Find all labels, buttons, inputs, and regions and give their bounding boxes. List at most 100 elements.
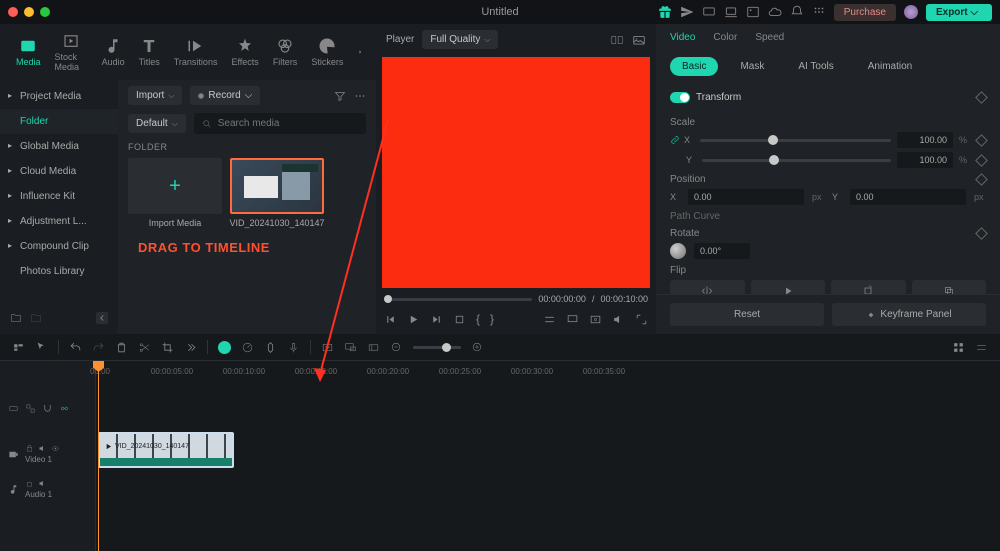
nav-effects[interactable]: Effects xyxy=(227,35,262,69)
nav-more-icon[interactable] xyxy=(357,47,364,57)
screen-rec-icon[interactable] xyxy=(344,341,357,354)
zoom-out-icon[interactable] xyxy=(390,341,403,354)
display-icon[interactable] xyxy=(566,313,579,326)
voiceover-icon[interactable] xyxy=(287,341,300,354)
tab-speed[interactable]: Speed xyxy=(755,32,784,49)
quality-dropdown[interactable]: Full Quality xyxy=(422,30,498,49)
volume-icon[interactable] xyxy=(612,313,625,326)
sidebar-item-cloud-media[interactable]: Cloud Media xyxy=(0,159,118,184)
subtab-animation[interactable]: Animation xyxy=(856,57,924,76)
new-folder-icon[interactable] xyxy=(10,312,22,324)
zoom-slider[interactable] xyxy=(413,346,461,349)
import-dropdown[interactable]: Import xyxy=(128,86,182,105)
gift-icon[interactable] xyxy=(658,5,672,19)
link-track-icon[interactable] xyxy=(25,403,36,414)
toggle-track-icon[interactable] xyxy=(8,403,19,414)
window-controls[interactable] xyxy=(8,7,50,17)
sidebar-item-project-media[interactable]: Project Media xyxy=(0,84,118,109)
aspect-icon[interactable] xyxy=(367,341,380,354)
link-icon[interactable] xyxy=(670,133,680,147)
settings-icon[interactable] xyxy=(543,313,556,326)
pos-x-value[interactable]: 0.00 xyxy=(688,189,804,205)
select-tool-icon[interactable] xyxy=(35,341,48,354)
import-media-tile[interactable]: + Import Media xyxy=(128,158,222,228)
subtab-basic[interactable]: Basic xyxy=(670,57,718,76)
more-tools-icon[interactable] xyxy=(184,341,197,354)
mark-in-icon[interactable]: { xyxy=(476,312,480,326)
sidebar-item-compound-clip[interactable]: Compound Clip xyxy=(0,234,118,259)
search-input[interactable] xyxy=(194,113,366,134)
crop-icon[interactable] xyxy=(589,313,602,326)
audio-track[interactable] xyxy=(96,471,1000,499)
snapshot-icon[interactable] xyxy=(632,33,646,47)
pointer-tool-icon[interactable] xyxy=(12,341,25,354)
send-icon[interactable] xyxy=(680,5,694,19)
mute-icon[interactable] xyxy=(38,444,47,453)
nav-stock-media[interactable]: Stock Media xyxy=(51,30,92,74)
nav-stickers[interactable]: Stickers xyxy=(307,35,347,69)
flip-horizontal-button[interactable] xyxy=(670,280,745,294)
tab-color[interactable]: Color xyxy=(713,32,737,49)
filter-icon[interactable] xyxy=(334,90,346,102)
keyframe-icon[interactable] xyxy=(975,134,988,147)
nav-media[interactable]: Media xyxy=(12,35,45,69)
sidebar-item-folder[interactable]: Folder xyxy=(0,109,118,134)
compare-icon[interactable] xyxy=(610,33,624,47)
avatar[interactable] xyxy=(904,5,918,19)
nav-transitions[interactable]: Transitions xyxy=(170,35,222,69)
reset-button[interactable]: Reset xyxy=(670,303,824,326)
mute-icon[interactable] xyxy=(38,479,47,488)
keyframe-panel-button[interactable]: Keyframe Panel xyxy=(832,303,986,326)
eye-icon[interactable] xyxy=(51,444,60,453)
media-clip-tile[interactable]: VID_20241030_140147 xyxy=(230,158,324,228)
nav-filters[interactable]: Filters xyxy=(269,35,302,69)
scale-y-value[interactable]: 100.00 xyxy=(897,152,953,168)
delete-icon[interactable] xyxy=(115,341,128,354)
subtab-ai-tools[interactable]: AI Tools xyxy=(786,57,845,76)
transform-toggle[interactable] xyxy=(670,92,690,103)
lock-icon[interactable] xyxy=(25,479,34,488)
video-track[interactable]: VID_20241030_140147 xyxy=(96,429,1000,471)
keyframe-icon[interactable] xyxy=(975,173,988,186)
pos-y-value[interactable]: 0.00 xyxy=(850,189,966,205)
prev-frame-icon[interactable] xyxy=(384,313,397,326)
rotate-knob[interactable] xyxy=(670,243,686,259)
split-icon[interactable] xyxy=(138,341,151,354)
timeline-tracks[interactable]: 00:0000:00:05:0000:00:10:0000:00:15:0000… xyxy=(96,361,1000,551)
flip-rotate-button[interactable] xyxy=(831,280,906,294)
export-button[interactable]: Export ⌵ xyxy=(926,4,992,21)
flip-copy-button[interactable] xyxy=(912,280,987,294)
grid-icon[interactable] xyxy=(952,341,965,354)
devices-icon[interactable] xyxy=(702,5,716,19)
crop-tool-icon[interactable] xyxy=(161,341,174,354)
nav-titles[interactable]: Titles xyxy=(135,35,164,69)
sidebar-item-influence-kit[interactable]: Influence Kit xyxy=(0,184,118,209)
link-icon[interactable] xyxy=(59,403,70,414)
rotate-value[interactable]: 0.00° xyxy=(694,243,750,259)
settings-dropdown-icon[interactable] xyxy=(975,341,988,354)
more-icon[interactable] xyxy=(354,90,366,102)
lock-icon[interactable] xyxy=(25,444,34,453)
sidebar-item-photos[interactable]: Photos Library xyxy=(0,259,118,284)
undo-icon[interactable] xyxy=(69,341,82,354)
subtab-mask[interactable]: Mask xyxy=(728,57,776,76)
record-button[interactable]: Record ⌵ xyxy=(190,86,260,105)
apps-icon[interactable] xyxy=(812,5,826,19)
purchase-button[interactable]: Purchase xyxy=(834,4,896,21)
image-icon[interactable] xyxy=(746,5,760,19)
preview-canvas[interactable] xyxy=(382,57,650,288)
adjust-icon[interactable] xyxy=(321,341,334,354)
time-scrubber[interactable] xyxy=(384,298,532,301)
flip-vertical-button[interactable] xyxy=(751,280,826,294)
speed-icon[interactable] xyxy=(241,341,254,354)
stop-icon[interactable] xyxy=(453,313,466,326)
tab-video[interactable]: Video xyxy=(670,32,695,49)
sort-dropdown[interactable]: Default xyxy=(128,114,186,133)
timeline-ruler[interactable]: 00:0000:00:05:0000:00:10:0000:00:15:0000… xyxy=(96,361,1000,387)
zoom-in-icon[interactable] xyxy=(471,341,484,354)
redo-icon[interactable] xyxy=(92,341,105,354)
next-frame-icon[interactable] xyxy=(430,313,443,326)
fullscreen-icon[interactable] xyxy=(635,313,648,326)
magnet-icon[interactable] xyxy=(42,403,53,414)
keyframe-icon[interactable] xyxy=(975,91,988,104)
